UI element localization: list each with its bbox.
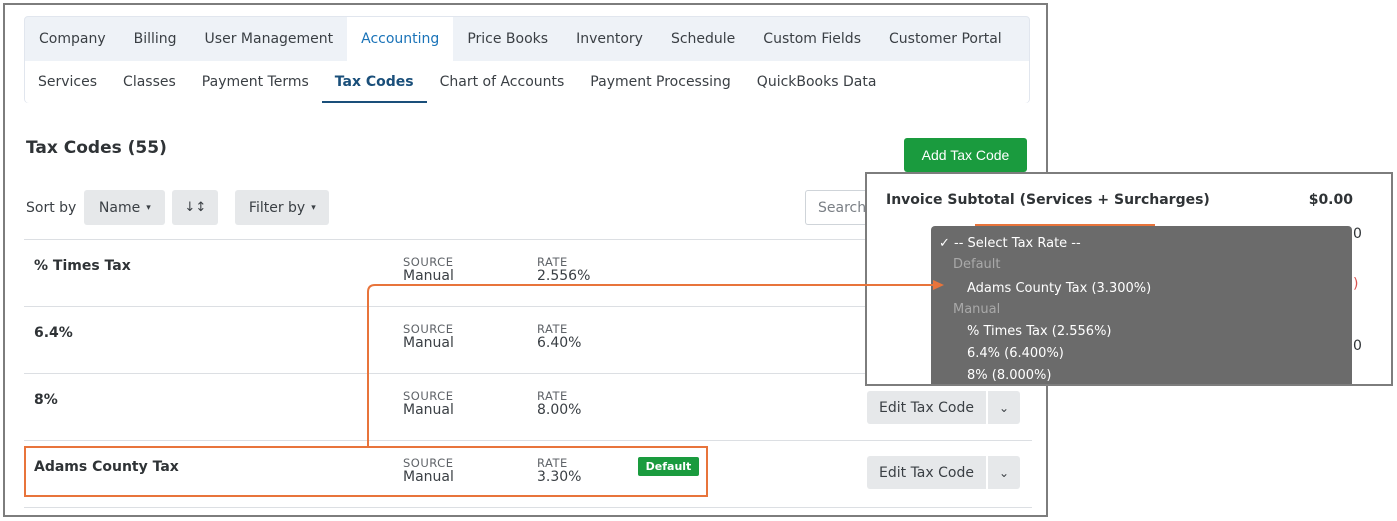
caret-down-icon: ▾ (311, 202, 316, 213)
subtab-quickbooks-data[interactable]: QuickBooks Data (744, 61, 890, 103)
page-title: Tax Codes (55) (26, 138, 167, 158)
tab-user-management[interactable]: User Management (191, 17, 348, 61)
subtab-classes[interactable]: Classes (110, 61, 189, 103)
sort-direction-icon: ↓↕ (184, 200, 207, 215)
invoice-subtotal-amount: $0.00 (1308, 192, 1353, 208)
source-value: Manual (403, 268, 454, 284)
rate-header: RATE (537, 255, 568, 269)
tax-code-name: % Times Tax (34, 258, 131, 274)
tab-accounting[interactable]: Accounting (347, 17, 454, 61)
dropdown-option[interactable]: % Times Tax (2.556%) (967, 324, 1112, 339)
chevron-down-icon[interactable]: ⌄ (988, 456, 1020, 489)
dropdown-selected-option[interactable]: ✓ -- Select Tax Rate -- (939, 236, 1081, 251)
invoice-callout: Invoice Subtotal (Services + Surcharges)… (865, 172, 1393, 386)
rate-header: RATE (537, 322, 568, 336)
dropdown-group-manual: Manual (953, 302, 1001, 317)
subtab-tax-codes[interactable]: Tax Codes (321, 61, 427, 103)
dropdown-group-default: Default (953, 257, 1001, 272)
sort-label: Sort by (26, 199, 77, 216)
tab-customer-portal[interactable]: Customer Portal (875, 17, 1016, 61)
sort-direction-button[interactable]: ↓↕ (172, 190, 219, 225)
dropdown-option[interactable]: 6.4% (6.400%) (967, 346, 1064, 361)
chevron-down-icon[interactable]: ⌄ (988, 391, 1020, 424)
row-divider (24, 440, 1032, 441)
tax-code-name: 8% (34, 392, 58, 408)
sort-field-label: Name (98, 199, 141, 216)
sort-field-dropdown[interactable]: Name ▾ (84, 190, 166, 225)
edit-tax-code-button[interactable]: Edit Tax Code (867, 391, 986, 424)
source-header: SOURCE (403, 255, 454, 269)
tab-billing[interactable]: Billing (120, 17, 191, 61)
clipped-value: 0 (1353, 226, 1362, 242)
subtab-payment-terms[interactable]: Payment Terms (189, 61, 322, 103)
tab-custom-fields[interactable]: Custom Fields (749, 17, 875, 61)
sort-filter-bar: Sort by Name ▾ ↓↕ Filter by ▾ (26, 190, 330, 225)
tab-inventory[interactable]: Inventory (562, 17, 657, 61)
tax-code-name: 6.4% (34, 325, 73, 341)
secondary-tabs: Services Classes Payment Terms Tax Codes… (25, 61, 1029, 103)
row-divider (24, 507, 1032, 508)
rate-value: 2.556% (537, 268, 591, 284)
edit-tax-code-button[interactable]: Edit Tax Code (867, 456, 986, 489)
settings-navigation: Company Billing User Management Accounti… (24, 16, 1030, 103)
source-header: SOURCE (403, 322, 454, 336)
source-value: Manual (403, 335, 454, 351)
tab-schedule[interactable]: Schedule (657, 17, 749, 61)
invoice-subtotal-label: Invoice Subtotal (Services + Surcharges) (886, 192, 1210, 208)
filter-label: Filter by (248, 199, 306, 216)
tax-rate-dropdown[interactable]: ✓ -- Select Tax Rate -- Default Adams Co… (931, 226, 1352, 384)
rate-value: 6.40% (537, 335, 582, 351)
rate-header: RATE (537, 389, 568, 403)
tab-company[interactable]: Company (25, 17, 120, 61)
rate-value: 8.00% (537, 402, 582, 418)
clipped-value: 0 (1353, 338, 1362, 354)
source-value: Manual (403, 402, 454, 418)
add-tax-code-button[interactable]: Add Tax Code (904, 138, 1027, 172)
tab-price-books[interactable]: Price Books (453, 17, 562, 61)
search-placeholder: Search (818, 199, 867, 216)
edit-tax-code-group: Edit Tax Code ⌄ (867, 456, 1020, 489)
source-header: SOURCE (403, 389, 454, 403)
primary-tabs: Company Billing User Management Accounti… (25, 17, 1016, 61)
filter-dropdown[interactable]: Filter by ▾ (235, 190, 330, 225)
dropdown-option[interactable]: 8% (8.000%) (967, 368, 1051, 383)
edit-tax-code-group: Edit Tax Code ⌄ (867, 391, 1020, 424)
subtab-chart-of-accounts[interactable]: Chart of Accounts (427, 61, 578, 103)
subtab-services[interactable]: Services (25, 61, 110, 103)
caret-down-icon: ▾ (146, 202, 151, 213)
highlight-box (24, 446, 708, 497)
subtab-payment-processing[interactable]: Payment Processing (577, 61, 744, 103)
clipped-value: ) (1353, 276, 1359, 292)
dropdown-option-adams-county[interactable]: Adams County Tax (3.300%) (967, 281, 1151, 296)
